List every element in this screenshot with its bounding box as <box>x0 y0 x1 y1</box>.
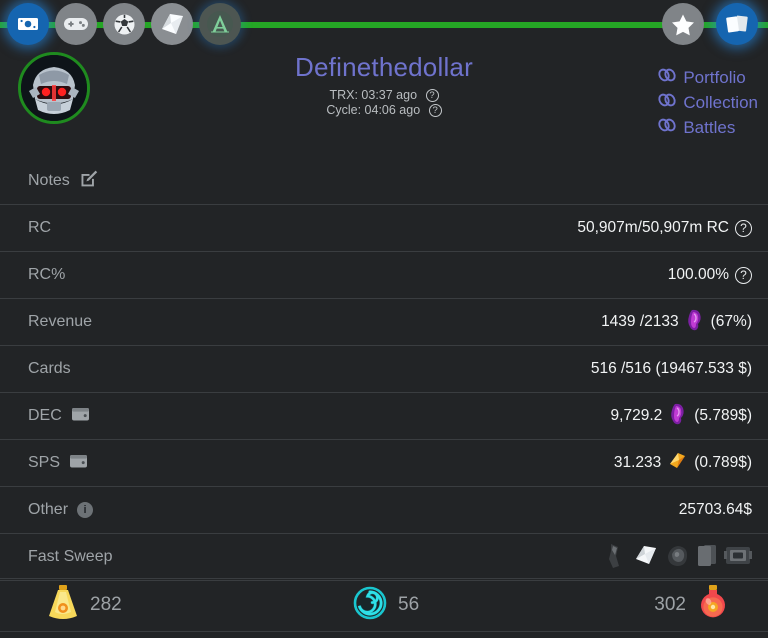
row-revenue-label: Revenue <box>28 313 93 330</box>
gold-potion-count: 282 <box>90 594 122 615</box>
row-other-value: 25703.64$ <box>678 501 752 518</box>
top-navigation-bar <box>0 0 768 48</box>
ore-icon[interactable] <box>604 542 628 573</box>
row-sps: SPS 31.233 (0.789$) <box>0 440 768 487</box>
row-cards-value: 516 /516 (19467.533 $) <box>590 360 752 377</box>
vortex-count: 56 <box>398 594 420 615</box>
row-rc-percent-value: 100.00% <box>667 266 729 283</box>
row-rc-value: 50,907m/50,907m RC <box>577 219 729 236</box>
paper-scroll-icon[interactable] <box>633 542 659 573</box>
row-dec: DEC 9,729.2 (5.789$) <box>0 393 768 440</box>
row-notes[interactable]: Notes <box>0 158 768 205</box>
bottom-slot-red-potion[interactable]: 302 <box>654 583 730 628</box>
link-battles[interactable]: Battles <box>658 116 758 140</box>
teal-spiral-icon <box>352 585 388 626</box>
link-collection-label: Collection <box>683 93 758 112</box>
rc-help-icon[interactable]: ? <box>735 219 752 237</box>
row-fast-sweep-label: Fast Sweep <box>28 548 113 565</box>
trx-help-icon[interactable]: ? <box>425 89 439 102</box>
rock-icon[interactable] <box>664 542 690 573</box>
row-other-label: Other <box>28 501 69 518</box>
cycle-status: Cycle: 04:06 ago ? <box>0 103 768 117</box>
bottom-resource-bar: 282 56 302 <box>0 578 768 632</box>
gold-potion-icon <box>46 583 80 628</box>
red-potion-icon <box>696 583 730 628</box>
row-sps-value: 31.233 <box>613 454 662 471</box>
row-dec-value: 9,729.2 <box>610 407 663 424</box>
card-stack-icon[interactable] <box>695 542 719 573</box>
row-sps-label: SPS <box>28 454 61 471</box>
sps-token-icon <box>667 451 688 476</box>
edit-pencil-icon[interactable] <box>79 169 98 193</box>
bottom-slot-gold-potion[interactable]: 282 <box>46 583 122 628</box>
rc-percent-help-icon[interactable]: ? <box>735 266 752 284</box>
link-collection[interactable]: Collection <box>658 91 758 115</box>
wallet-icon[interactable] <box>71 406 90 427</box>
row-fast-sweep: Fast Sweep <box>0 534 768 581</box>
gamepad-icon[interactable] <box>55 3 97 45</box>
wallet-icon[interactable] <box>69 453 88 474</box>
cycle-help-icon[interactable]: ? <box>428 104 442 117</box>
row-other: Other i 25703.64$ <box>0 487 768 534</box>
dec-token-icon <box>668 403 688 430</box>
trx-status-text: TRX: 03:37 ago <box>329 88 418 102</box>
row-rc-percent: RC% 100.00% ? <box>0 252 768 299</box>
fast-sweep-icon-group <box>604 542 752 573</box>
row-rc-percent-label: RC% <box>28 266 66 283</box>
bottom-slot-vortex[interactable]: 56 <box>352 585 419 626</box>
star-icon[interactable] <box>662 3 704 45</box>
row-revenue: Revenue 1439 /2133 (67%) <box>0 299 768 346</box>
row-cards-label: Cards <box>28 360 71 377</box>
money-icon[interactable] <box>7 3 49 45</box>
cycle-status-text: Cycle: 04:06 ago <box>326 103 421 117</box>
soccer-ball-icon[interactable] <box>103 3 145 45</box>
account-header: Definethedollar TRX: 03:37 ago ? Cycle: … <box>0 48 768 158</box>
link-portfolio[interactable]: Portfolio <box>658 66 758 90</box>
chain-link-icon <box>658 91 676 115</box>
row-sps-suffix: (0.789$) <box>694 454 752 471</box>
cards-icon[interactable] <box>716 3 758 45</box>
header-links: Portfolio Collection Battles <box>658 66 758 141</box>
trx-status: TRX: 03:37 ago ? <box>0 88 768 102</box>
row-rc: RC 50,907m/50,907m RC ? <box>0 205 768 252</box>
link-portfolio-label: Portfolio <box>683 68 746 87</box>
row-notes-label: Notes <box>28 172 70 189</box>
scroll-icon[interactable] <box>151 3 193 45</box>
chain-link-icon <box>658 66 676 90</box>
row-dec-label: DEC <box>28 407 62 424</box>
page-title: Definethedollar <box>295 52 473 82</box>
archmage-a-icon[interactable] <box>199 3 241 45</box>
info-icon[interactable]: i <box>77 502 94 518</box>
dec-token-icon <box>685 309 705 336</box>
row-dec-suffix: (5.789$) <box>694 407 752 424</box>
row-revenue-suffix: (67%) <box>710 313 752 330</box>
row-rc-label: RC <box>28 219 52 236</box>
link-battles-label: Battles <box>683 118 736 137</box>
chain-link-icon <box>658 116 676 140</box>
stats-list: Notes RC 50,907m/50,907m RC ? RC% 100.00… <box>0 158 768 581</box>
red-potion-count: 302 <box>654 594 686 615</box>
machine-icon[interactable] <box>724 542 752 573</box>
row-revenue-value: 1439 /2133 <box>601 313 679 330</box>
row-cards: Cards 516 /516 (19467.533 $) <box>0 346 768 393</box>
splinterlands-account-panel: Definethedollar TRX: 03:37 ago ? Cycle: … <box>0 0 768 638</box>
